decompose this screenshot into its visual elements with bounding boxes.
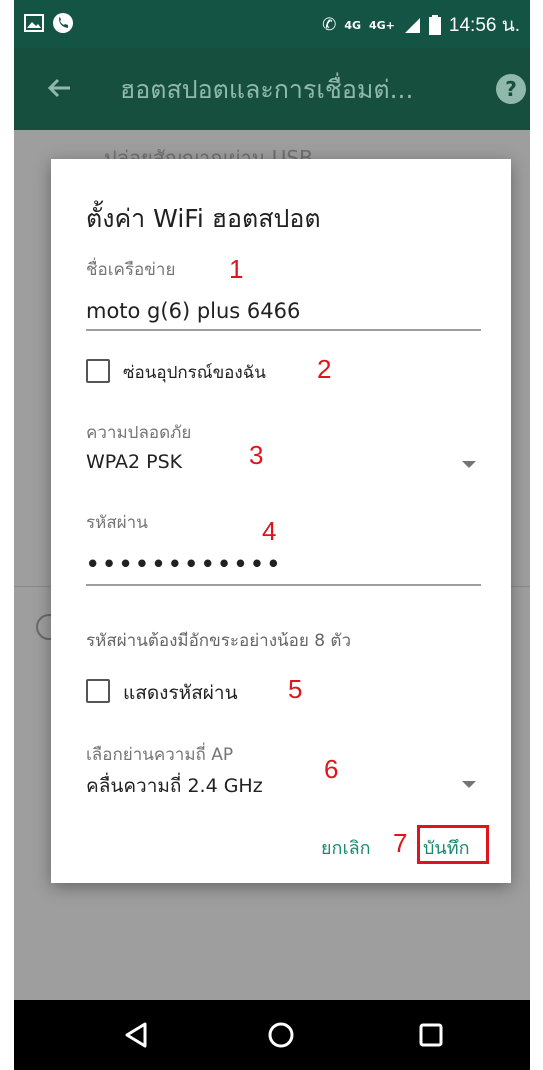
- annotation-7: 7: [393, 828, 408, 858]
- signal-icon: [404, 18, 420, 33]
- network-type: 4G+: [369, 18, 395, 32]
- password-hint: รหัสผ่านต้องมีอักขระอย่างน้อย 8 ตัว: [86, 631, 352, 651]
- navigation-bar: [14, 1000, 530, 1070]
- chevron-down-icon: [462, 461, 476, 468]
- back-arrow-icon[interactable]: [42, 70, 78, 106]
- annotation-1: 1: [229, 254, 244, 284]
- app-toolbar: ฮอตสปอตและการเชื่อมต่... ?: [14, 48, 530, 130]
- network-name-underline: [86, 329, 481, 331]
- help-icon[interactable]: ?: [496, 74, 526, 104]
- gallery-notification-icon: [24, 14, 44, 32]
- annotation-6: 6: [324, 754, 339, 784]
- status-time: 14:56 น.: [448, 15, 520, 36]
- show-password-checkbox[interactable]: [86, 679, 110, 703]
- annotation-4: 4: [262, 516, 277, 546]
- band-label: เลือกย่านความถี่ AP: [86, 745, 234, 765]
- status-bar: ✆ 4G 4G+ 14:56 น.: [14, 0, 530, 48]
- hide-device-label: ซ่อนอุปกรณ์ของฉัน: [123, 363, 266, 383]
- annotation-5: 5: [288, 674, 303, 704]
- band-value: คลื่นความถี่ 2.4 GHz: [86, 775, 263, 797]
- page-title: ฮอตสปอตและการเชื่อมต่...: [120, 75, 414, 104]
- nav-home-icon[interactable]: [266, 1020, 296, 1050]
- band-dropdown[interactable]: คลื่นความถี่ 2.4 GHz: [86, 767, 476, 803]
- security-value: WPA2 PSK: [86, 451, 183, 473]
- network-name-input[interactable]: moto g(6) plus 6466: [86, 299, 300, 323]
- volte-icon: ✆: [322, 15, 337, 35]
- password-input[interactable]: ••••••••••••: [86, 552, 283, 576]
- security-dropdown[interactable]: WPA2 PSK: [86, 447, 476, 483]
- security-label: ความปลอดภัย: [86, 423, 192, 443]
- save-button[interactable]: บันทึก: [423, 833, 470, 862]
- show-password-label: แสดงรหัสผ่าน: [123, 682, 238, 704]
- network-name-label: ชื่อเครือข่าย: [86, 260, 176, 280]
- wifi-hotspot-settings-dialog: ตั้งค่า WiFi ฮอตสปอต ชื่อเครือข่าย moto …: [51, 159, 511, 883]
- cancel-button[interactable]: ยกเลิก: [321, 833, 371, 862]
- chevron-down-icon: [462, 781, 476, 788]
- password-label: รหัสผ่าน: [86, 513, 148, 533]
- hide-device-checkbox[interactable]: [86, 359, 110, 383]
- annotation-3: 3: [249, 440, 264, 470]
- annotation-2: 2: [317, 354, 332, 384]
- network-type-small: 4G: [344, 18, 361, 32]
- battery-icon: [428, 15, 441, 35]
- dialog-title: ตั้งค่า WiFi ฮอตสปอต: [86, 204, 321, 233]
- nav-back-icon[interactable]: [121, 1020, 151, 1050]
- nav-recents-icon[interactable]: [416, 1020, 446, 1050]
- password-underline: [86, 584, 481, 586]
- phone-call-notification-icon: [53, 13, 73, 33]
